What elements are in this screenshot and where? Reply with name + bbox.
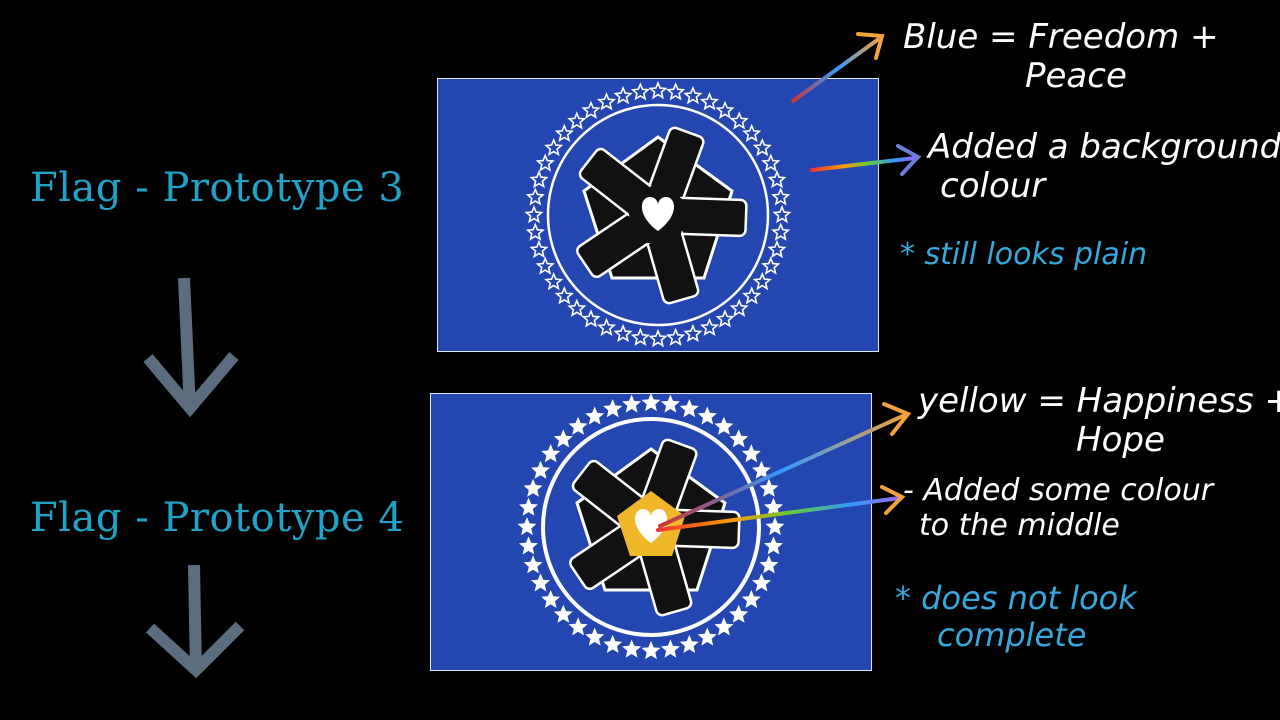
note-line: to the middle bbox=[919, 507, 1120, 543]
note-line: yellow = Happiness + bbox=[918, 381, 1280, 421]
note-line: complete bbox=[937, 615, 1087, 654]
note-line: * does not look bbox=[895, 579, 1137, 617]
hand-drawn-arrow-icon bbox=[810, 144, 922, 176]
hand-drawn-arrow-icon bbox=[658, 402, 912, 528]
note-line: - Added some colour bbox=[903, 473, 1214, 508]
note-line: Peace bbox=[1025, 56, 1127, 97]
hand-drawn-arrow-icon bbox=[791, 32, 885, 103]
note-line: Blue = Freedom + bbox=[903, 17, 1219, 57]
note-line: colour bbox=[940, 166, 1046, 207]
note-added-middle-colour: - Added some colour to the middle bbox=[903, 473, 1214, 543]
note-line: Hope bbox=[1076, 420, 1165, 461]
note-added-background: Added a background colour bbox=[928, 127, 1280, 207]
note-yellow-meaning: yellow = Happiness + Hope bbox=[918, 381, 1280, 461]
note-line: Added a background bbox=[928, 127, 1280, 167]
note-still-plain: * still looks plain bbox=[900, 237, 1148, 273]
note-not-complete: * does not look complete bbox=[895, 580, 1137, 654]
note-blue-meaning: Blue = Freedom + Peace bbox=[903, 17, 1219, 97]
note-line: * still looks plain bbox=[900, 237, 1148, 272]
